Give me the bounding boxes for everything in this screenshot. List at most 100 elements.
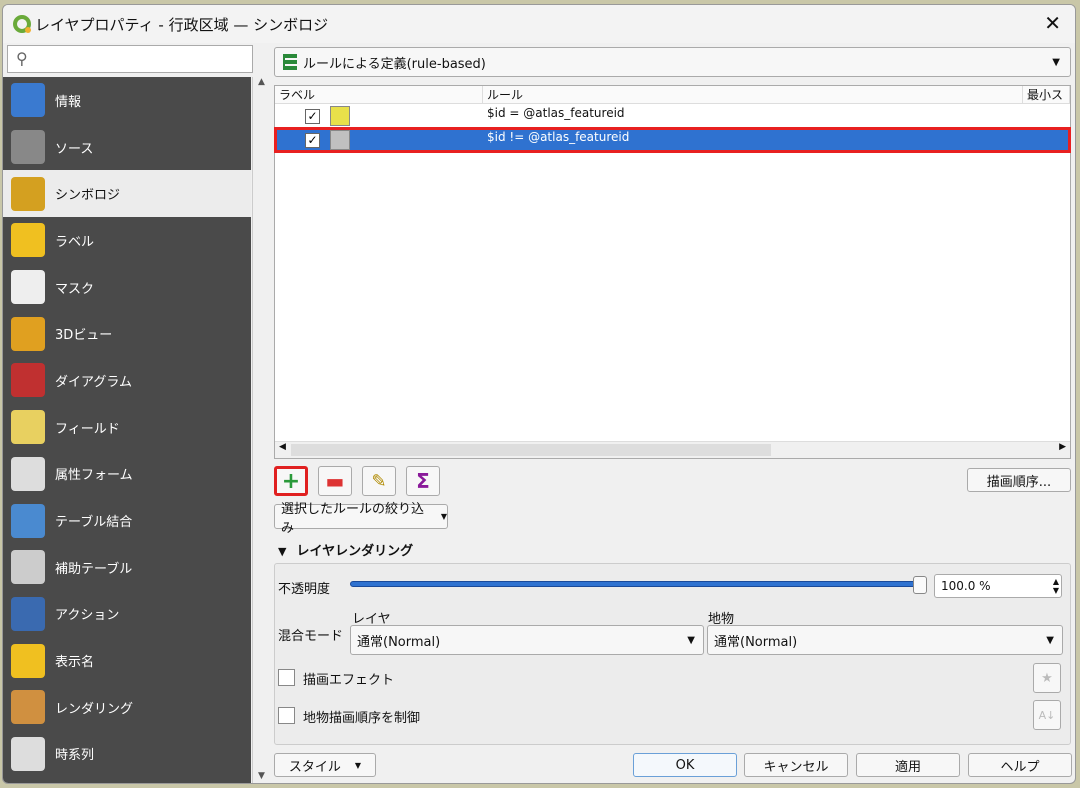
sidebar-item-label: 補助テーブル bbox=[55, 561, 133, 577]
attribute-form-icon bbox=[11, 456, 45, 491]
header-rule[interactable]: ルール bbox=[483, 86, 1023, 103]
join-icon bbox=[11, 503, 45, 538]
horizontal-scrollbar[interactable]: ◀ ▶ bbox=[275, 441, 1070, 458]
header-label[interactable]: ラベル bbox=[275, 86, 483, 103]
sidebar-item-label: 属性フォーム bbox=[55, 468, 133, 484]
order-by-settings-button[interactable]: A↓ bbox=[1033, 700, 1061, 730]
sidebar-item-3d-view[interactable]: 3Dビュー bbox=[3, 310, 251, 357]
sidebar-item-label: ラベル bbox=[55, 234, 95, 250]
count-features-button[interactable]: Σ bbox=[406, 466, 440, 496]
sidebar-scrollbar[interactable]: ▲ ▼ bbox=[252, 77, 270, 783]
sidebar-item-label: シンボロジ bbox=[55, 188, 121, 204]
blend-mode-label: 混合モード bbox=[278, 629, 344, 644]
ok-button[interactable]: OK bbox=[633, 753, 737, 777]
sidebar-item-label: 情報 bbox=[55, 94, 82, 110]
renderer-value: ルールによる定義(rule-based) bbox=[303, 56, 486, 72]
layer-blend-select[interactable]: 通常(Normal) ▼ bbox=[350, 625, 704, 655]
chevron-down-icon: ▼ bbox=[440, 512, 447, 521]
sidebar-item-display[interactable]: 表示名 bbox=[3, 637, 251, 684]
layer-rendering-toggle[interactable]: ▼ レイヤレンダリング bbox=[278, 540, 413, 559]
symbol-swatch[interactable] bbox=[330, 106, 350, 126]
sidebar-item-join[interactable]: テーブル結合 bbox=[3, 497, 251, 544]
sidebar-item-label: ソース bbox=[55, 141, 94, 157]
chevron-down-icon: ▼ bbox=[1052, 56, 1060, 68]
sidebar-item-info[interactable]: 情報 bbox=[3, 77, 251, 124]
info-icon bbox=[11, 83, 45, 118]
refine-rules-dropdown[interactable]: 選択したルールの絞り込み ▼ bbox=[274, 502, 448, 536]
add-rule-button[interactable]: + bbox=[274, 466, 308, 496]
header-min-scale[interactable]: 最小ス bbox=[1023, 86, 1070, 103]
sidebar-item-label: 表示名 bbox=[55, 655, 95, 671]
sidebar-item-fields[interactable]: フィールド bbox=[3, 404, 251, 451]
cancel-button[interactable]: キャンセル bbox=[744, 753, 848, 777]
remove-rule-button[interactable]: ▬ bbox=[318, 466, 352, 496]
rule-row[interactable]: ✓ $id != @atlas_featureid bbox=[274, 127, 1071, 153]
plus-icon: + bbox=[281, 468, 301, 494]
opacity-slider-handle[interactable] bbox=[913, 576, 927, 594]
sidebar-item-mask[interactable]: マスク bbox=[3, 264, 251, 311]
sort-az-icon: A↓ bbox=[1038, 708, 1056, 722]
actions-icon bbox=[11, 596, 45, 631]
style-dropdown[interactable]: スタイル ▼ bbox=[274, 753, 376, 777]
auxiliary-storage-icon bbox=[11, 550, 45, 585]
label-icon bbox=[11, 223, 45, 258]
rule-checkbox[interactable]: ✓ bbox=[305, 108, 320, 124]
sidebar-item-symbology[interactable]: シンボロジ bbox=[3, 170, 251, 218]
mask-icon bbox=[11, 270, 45, 305]
close-icon[interactable]: ✕ bbox=[1044, 11, 1061, 35]
effects-settings-button[interactable]: ★ bbox=[1033, 663, 1061, 693]
opacity-slider[interactable] bbox=[350, 581, 920, 587]
sidebar-item-label: ダイアグラム bbox=[55, 374, 132, 390]
pencil-icon: ✎ bbox=[371, 470, 387, 492]
source-icon bbox=[11, 130, 45, 165]
draw-effects-checkbox[interactable] bbox=[278, 669, 295, 686]
spin-arrows-icon: ▲ ▼ bbox=[1052, 577, 1059, 595]
rules-tree: ラベル ルール 最小ス ✓ $id = @atlas_featureid ✓ $id … bbox=[274, 85, 1071, 459]
qgis-logo-icon bbox=[13, 15, 31, 33]
sidebar-item-actions[interactable]: アクション bbox=[3, 591, 251, 638]
draw-effects-label: 描画エフェクト bbox=[303, 673, 395, 688]
sidebar-item-temporal[interactable]: 時系列 bbox=[3, 731, 251, 778]
star-icon: ★ bbox=[1041, 670, 1053, 686]
rule-expression: $id = @atlas_featureid bbox=[487, 106, 625, 120]
sidebar-item-label[interactable]: ラベル bbox=[3, 217, 251, 264]
sidebar-item-diagram[interactable]: ダイアグラム bbox=[3, 357, 251, 404]
sidebar-item-label: 時系列 bbox=[55, 748, 95, 764]
sidebar-item-label: マスク bbox=[55, 281, 95, 297]
chevron-down-icon: ▼ bbox=[687, 634, 695, 646]
diagram-icon bbox=[11, 363, 45, 398]
layer-rendering-title: レイヤレンダリング bbox=[296, 544, 414, 559]
sidebar-item-rendering[interactable]: レンダリング bbox=[3, 684, 251, 731]
sidebar-item-label: レンダリング bbox=[55, 701, 134, 717]
edit-rule-button[interactable]: ✎ bbox=[362, 466, 396, 496]
sidebar-item-attribute-form[interactable]: 属性フォーム bbox=[3, 451, 251, 498]
layer-blend-value: 通常(Normal) bbox=[357, 634, 441, 650]
sidebar: 情報ソースシンボロジラベルマスク 3Dビューダイアグラムフィールド属性フォーム テー… bbox=[3, 77, 251, 783]
symbol-swatch[interactable] bbox=[330, 130, 350, 150]
rule-based-icon bbox=[283, 54, 297, 70]
sidebar-item-label: アクション bbox=[55, 608, 120, 624]
rule-row[interactable]: ✓ $id = @atlas_featureid bbox=[275, 104, 1070, 128]
rule-checkbox[interactable]: ✓ bbox=[305, 132, 320, 148]
search-icon: ⚲ bbox=[16, 49, 28, 68]
rendering-icon bbox=[11, 690, 45, 725]
feature-blend-select[interactable]: 通常(Normal) ▼ bbox=[707, 625, 1063, 655]
opacity-spinbox[interactable]: 100.0 % ▲ ▼ bbox=[934, 574, 1062, 598]
help-button[interactable]: ヘルプ bbox=[968, 753, 1072, 777]
display-icon bbox=[11, 643, 45, 678]
sidebar-item-label: テーブル結合 bbox=[55, 515, 133, 531]
opacity-label: 不透明度 bbox=[278, 582, 331, 597]
window-title: レイヤプロパティ - 行政区域 — シンボロジ bbox=[35, 15, 329, 34]
renderer-select[interactable]: ルールによる定義(rule-based) ▼ bbox=[274, 47, 1071, 77]
sidebar-item-source[interactable]: ソース bbox=[3, 124, 251, 171]
apply-button[interactable]: 適用 bbox=[856, 753, 960, 777]
order-by-checkbox[interactable] bbox=[278, 707, 295, 724]
sidebar-item-auxiliary-storage[interactable]: 補助テーブル bbox=[3, 544, 251, 591]
minus-icon: ▬ bbox=[325, 469, 345, 493]
feature-blend-value: 通常(Normal) bbox=[714, 634, 798, 650]
3d-view-icon bbox=[11, 316, 45, 351]
search-input[interactable]: ⚲ bbox=[7, 45, 253, 73]
symbol-levels-button[interactable]: 描画順序... bbox=[967, 468, 1071, 492]
order-by-label: 地物描画順序を制御 bbox=[303, 711, 421, 726]
style-label: スタイル bbox=[288, 759, 341, 775]
